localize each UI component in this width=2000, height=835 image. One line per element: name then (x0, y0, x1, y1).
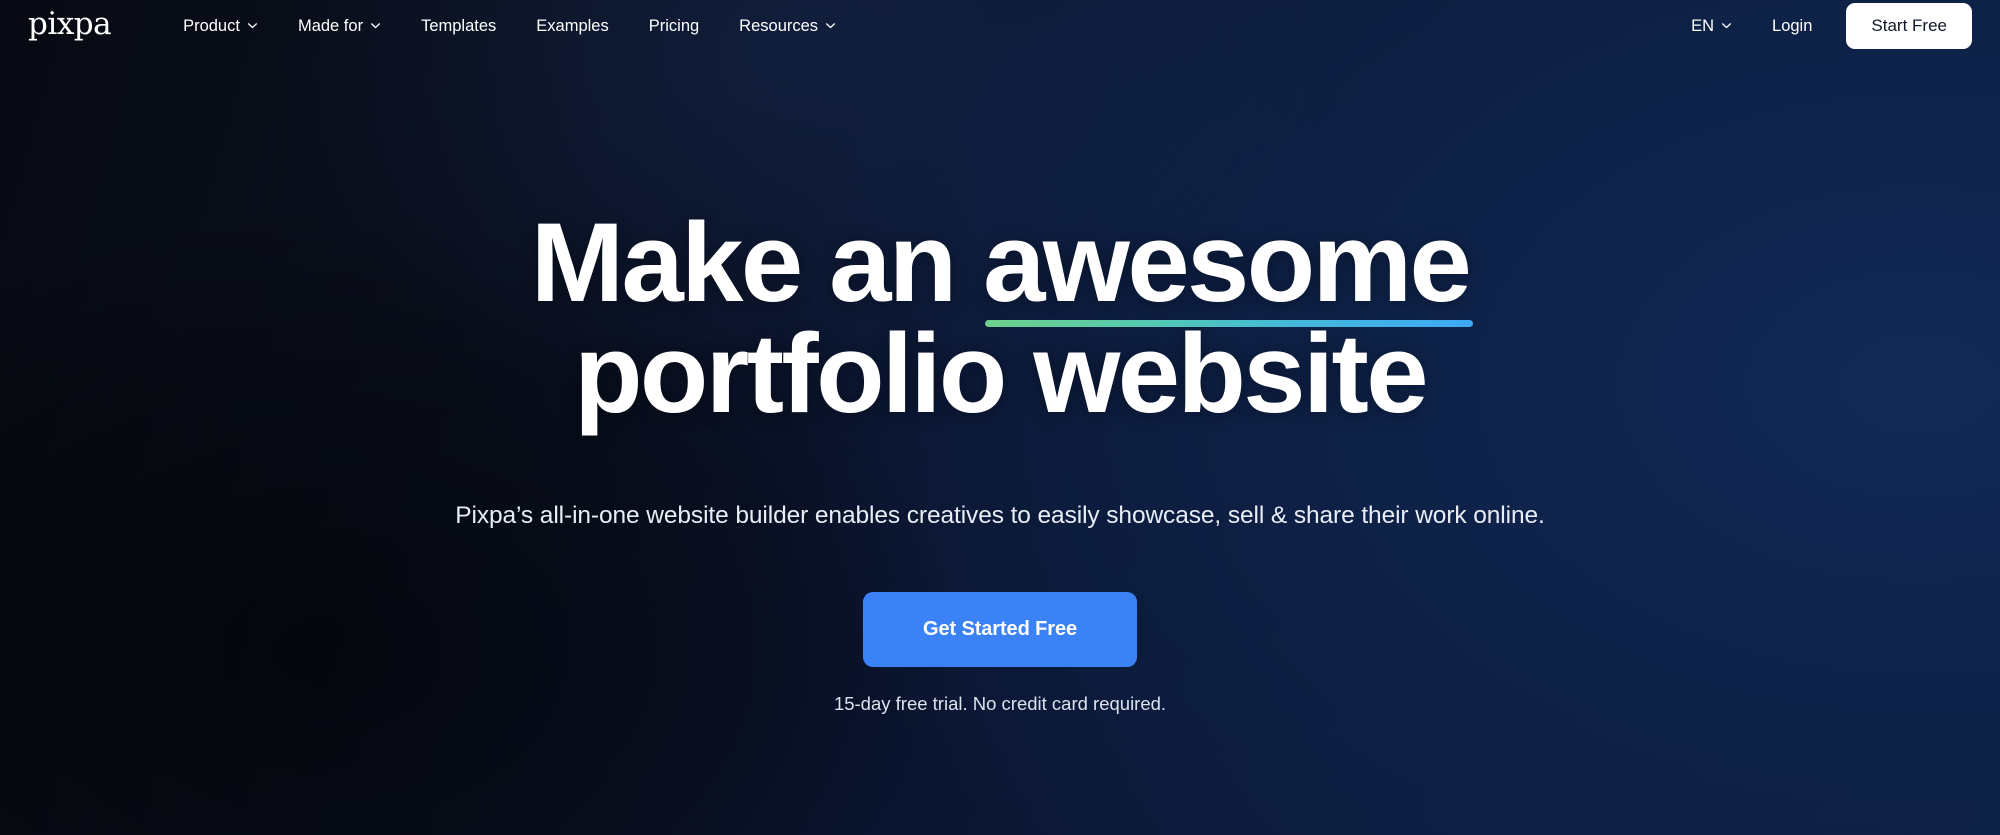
nav-item-label: Made for (297, 16, 364, 35)
header-actions: EN Login Start Free (1673, 3, 1972, 49)
chevron-down-icon (247, 20, 258, 31)
chevron-down-icon (1721, 20, 1732, 31)
nav-item-label: Examples (536, 16, 609, 35)
trial-note: 15-day free trial. No credit card requir… (833, 692, 1167, 714)
nav-item-label: Pricing (648, 16, 700, 35)
headline-highlight-word: awesome (983, 207, 1474, 327)
headline-text-second-line: portfolio website (574, 310, 1428, 436)
nav-item-pricing[interactable]: Pricing (629, 9, 719, 44)
hero-section: Make an awesome portfolio website Pixpa’… (0, 52, 2000, 715)
chevron-down-icon (825, 20, 836, 31)
headline-highlight-text: awesome (983, 200, 1472, 325)
language-switcher[interactable]: EN (1673, 9, 1750, 44)
nav-item-label: Resources (739, 16, 819, 35)
nav-item-made-for[interactable]: Made for (278, 9, 401, 44)
nav-item-resources[interactable]: Resources (719, 9, 856, 44)
brand-logo[interactable]: pixpa (28, 9, 112, 43)
primary-navigation: Product Made for Templates Examples Pric… (163, 9, 856, 44)
start-free-button[interactable]: Start Free (1846, 3, 1972, 49)
nav-item-examples[interactable]: Examples (516, 9, 628, 44)
page-title: Make an awesome portfolio website (531, 207, 1474, 430)
site-header: pixpa Product Made for Templates Example… (0, 0, 2000, 52)
nav-item-label: Templates (421, 16, 497, 35)
headline-text-lead: Make an (530, 200, 984, 325)
headline-gradient-underline (985, 319, 1474, 327)
login-link[interactable]: Login (1750, 9, 1834, 44)
chevron-down-icon (370, 20, 381, 31)
language-switcher-label: EN (1691, 16, 1715, 35)
nav-item-label: Product (183, 16, 240, 35)
nav-item-templates[interactable]: Templates (401, 9, 516, 44)
hero-subtitle: Pixpa’s all-in-one website builder enabl… (455, 501, 1545, 529)
get-started-free-button[interactable]: Get Started Free (862, 591, 1137, 667)
nav-item-product[interactable]: Product (163, 9, 278, 44)
